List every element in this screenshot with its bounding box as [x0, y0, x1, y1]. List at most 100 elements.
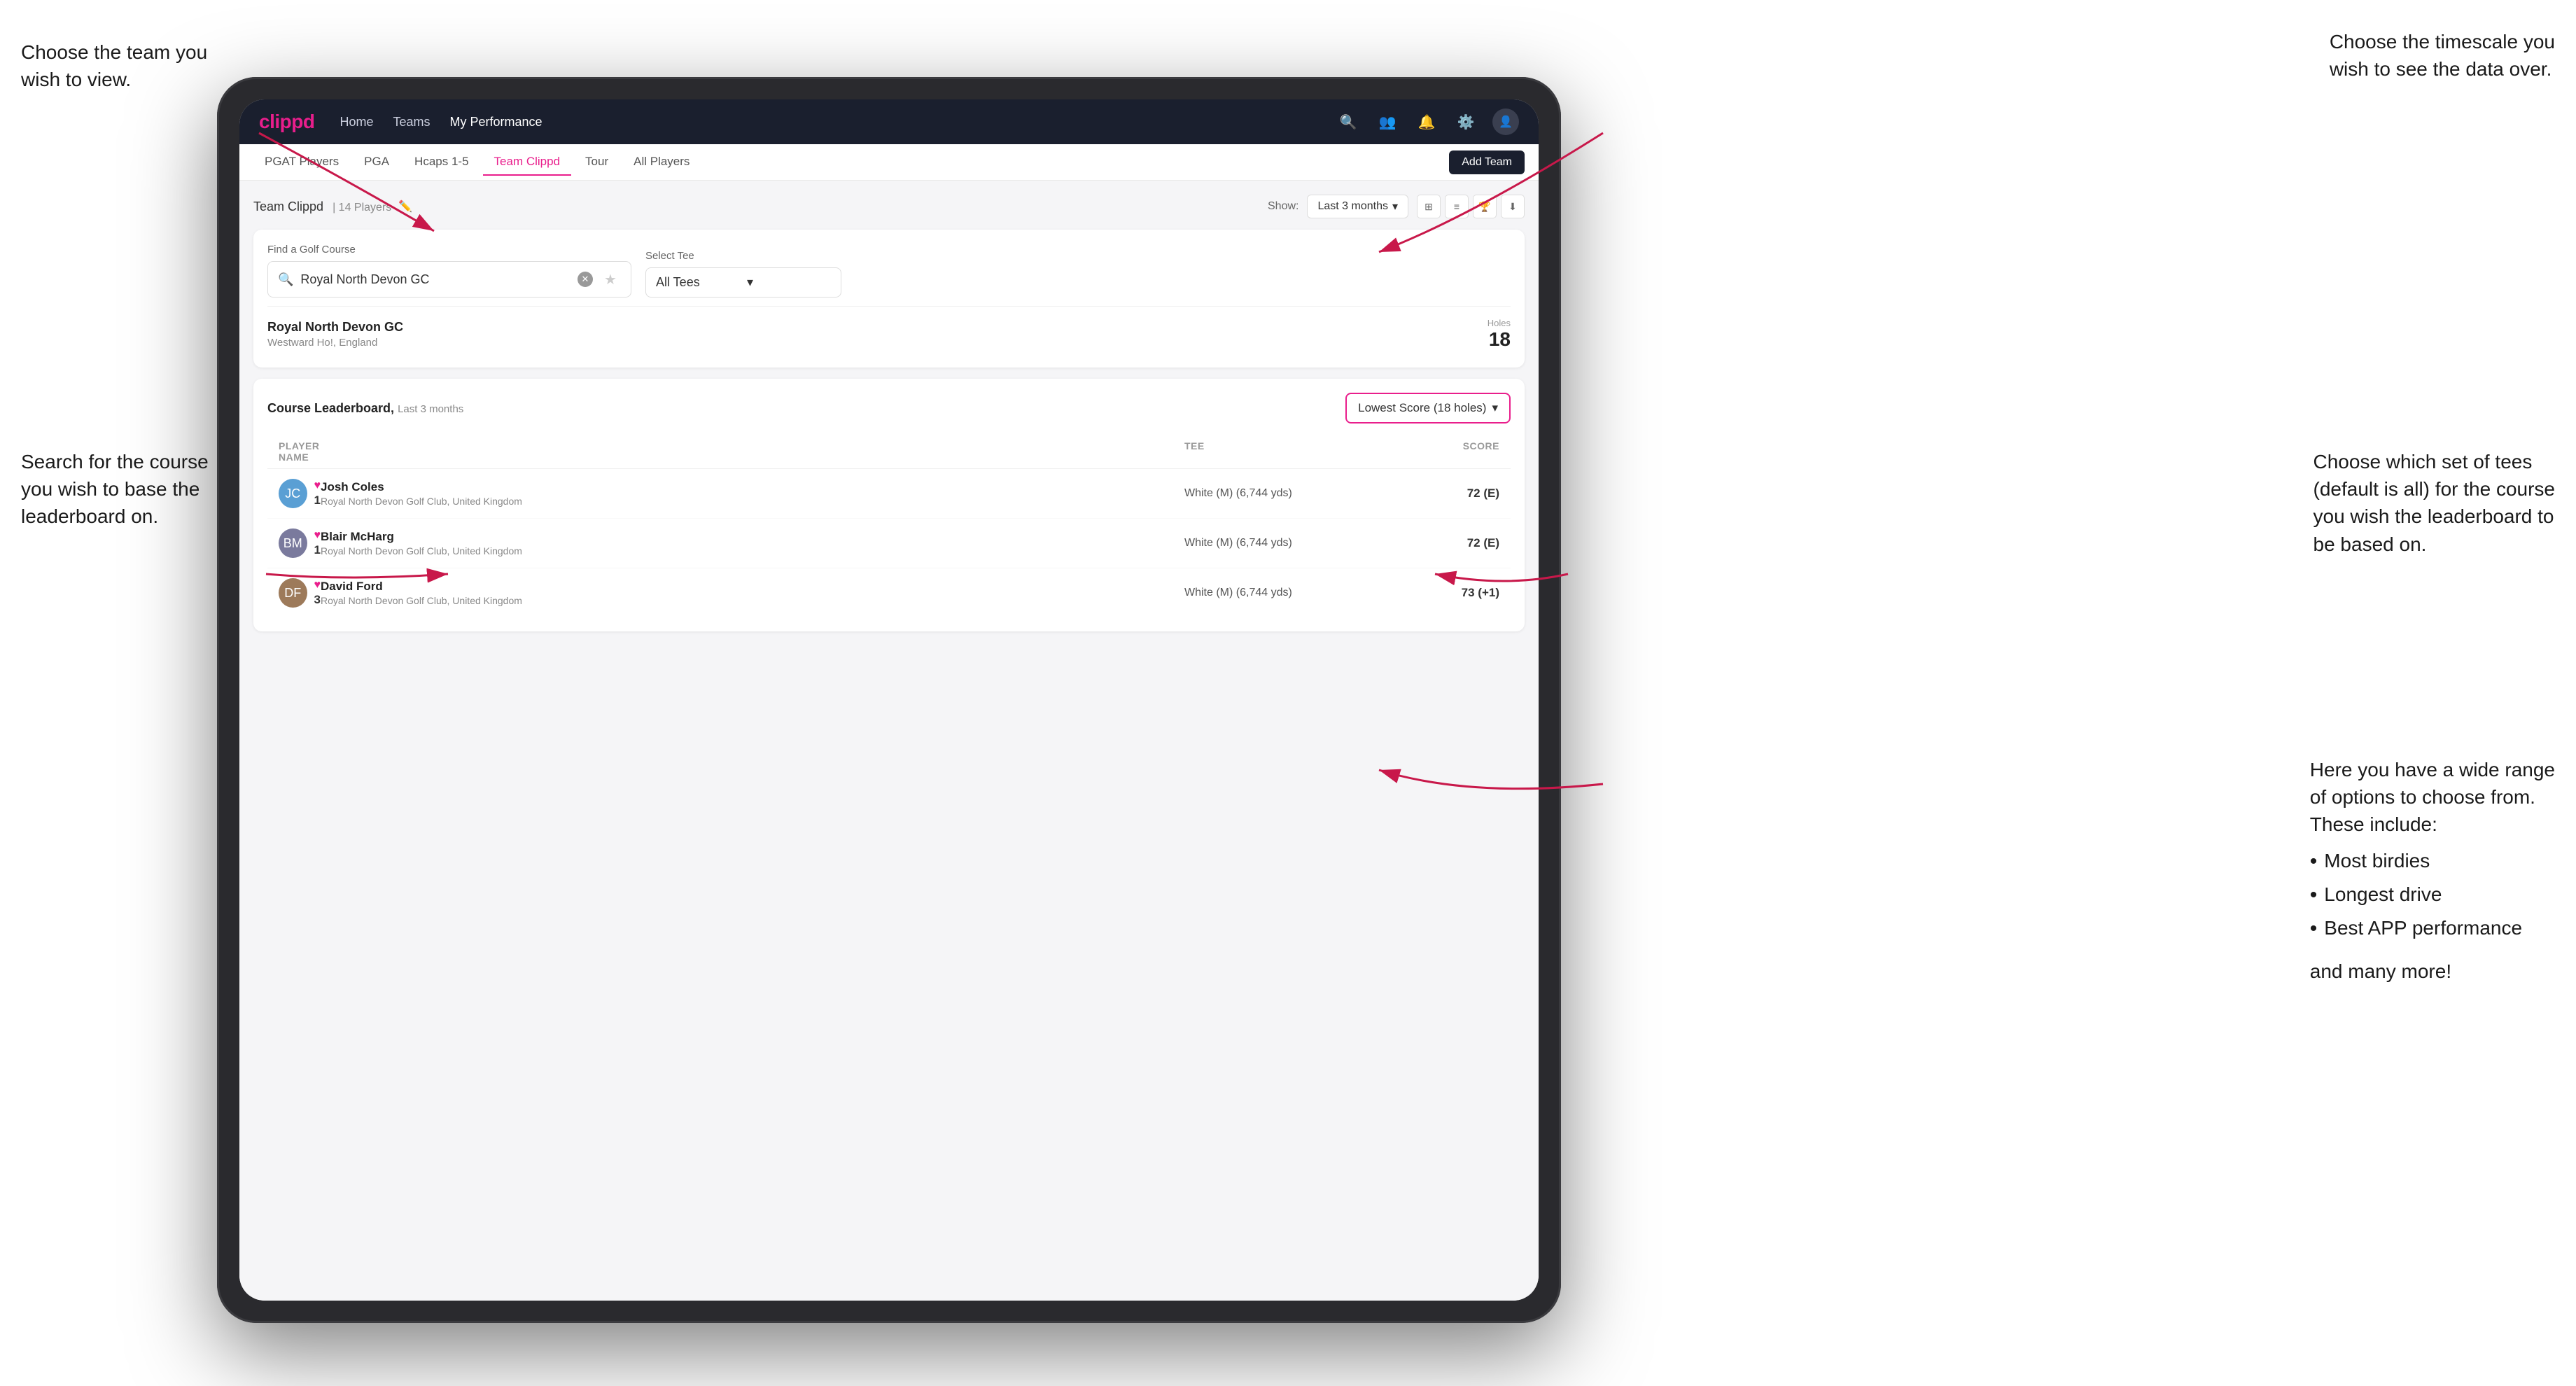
holes-badge: Holes 18	[1488, 318, 1511, 351]
tee-cell: White (M) (6,744 yds)	[1184, 487, 1394, 500]
score-type-dropdown[interactable]: Lowest Score (18 holes) ▾	[1345, 393, 1511, 424]
tab-pga[interactable]: PGA	[353, 149, 400, 176]
rank-cell: BM ♥ 1	[279, 528, 321, 558]
heart-icon: ♥	[314, 529, 321, 542]
tee-cell: White (M) (6,744 yds)	[1184, 587, 1394, 599]
bullet-list: Most birdies Longest drive Best APP perf…	[2310, 847, 2555, 944]
course-search-card: Find a Golf Course 🔍 ✕ ★ Select Tee	[253, 230, 1525, 368]
bullet-item-2: Longest drive	[2310, 881, 2555, 910]
rank-heart: ♥ 1	[314, 529, 321, 557]
grid-view-button[interactable]: ⊞	[1417, 195, 1441, 218]
find-course-label: Find a Golf Course	[267, 244, 631, 255]
select-tee-label: Select Tee	[645, 250, 841, 262]
course-location: Westward Ho!, England	[267, 337, 1488, 349]
add-team-button[interactable]: Add Team	[1449, 150, 1525, 174]
team-header: Team Clippd | 14 Players ✏️ Show: Last 3…	[253, 195, 1525, 218]
score-cell: 72 (E)	[1394, 536, 1499, 550]
download-button[interactable]: ⬇	[1501, 195, 1525, 218]
list-view-button[interactable]: ≡	[1445, 195, 1469, 218]
tee-chevron-icon: ▾	[747, 275, 831, 290]
col-tee: TEE	[1184, 440, 1394, 463]
holes-value: 18	[1488, 328, 1511, 351]
tee-cell: White (M) (6,744 yds)	[1184, 537, 1394, 550]
tab-all-players[interactable]: All Players	[622, 149, 701, 176]
leaderboard-card: Course Leaderboard, Last 3 months Lowest…	[253, 379, 1525, 631]
rank-cell: DF ♥ 3	[279, 578, 321, 608]
course-result: Royal North Devon GC Westward Ho!, Engla…	[267, 306, 1511, 354]
nav-teams[interactable]: Teams	[393, 112, 430, 132]
top-nav: clippd Home Teams My Performance 🔍 👥 🔔 ⚙…	[239, 99, 1539, 144]
search-icon[interactable]: 🔍	[1336, 109, 1361, 134]
chevron-down-icon: ▾	[1392, 200, 1398, 214]
edit-icon[interactable]: ✏️	[398, 200, 412, 214]
rank-heart: ♥ 1	[314, 479, 321, 507]
nav-home[interactable]: Home	[340, 112, 373, 132]
player-info: David Ford Royal North Devon Golf Club, …	[321, 580, 1184, 606]
player-info: Josh Coles Royal North Devon Golf Club, …	[321, 480, 1184, 507]
annotation-bottom-right: Here you have a wide range of options to…	[2310, 756, 2555, 985]
annotation-mid-right: Choose which set of tees (default is all…	[2314, 448, 2556, 558]
course-search-input-wrapper[interactable]: 🔍 ✕ ★	[267, 261, 631, 298]
timescale-dropdown[interactable]: Last 3 months ▾	[1307, 195, 1408, 218]
sub-nav: PGAT Players PGA Hcaps 1-5 Team Clippd T…	[239, 144, 1539, 181]
bell-icon[interactable]: 🔔	[1414, 109, 1439, 134]
nav-links: Home Teams My Performance	[340, 112, 1336, 132]
col-score: SCORE	[1394, 440, 1499, 463]
tab-hcaps[interactable]: Hcaps 1-5	[403, 149, 479, 176]
heart-icon: ♥	[314, 579, 321, 592]
course-info: Royal North Devon GC Westward Ho!, Engla…	[267, 320, 1488, 349]
holes-label: Holes	[1488, 318, 1511, 328]
course-search-row: Find a Golf Course 🔍 ✕ ★ Select Tee	[267, 244, 1511, 298]
user-avatar[interactable]: 👤	[1492, 108, 1519, 135]
player-info: Blair McHarg Royal North Devon Golf Club…	[321, 530, 1184, 556]
app-logo: clippd	[259, 111, 314, 133]
tab-pgat-players[interactable]: PGAT Players	[253, 149, 350, 176]
leaderboard-header: Course Leaderboard, Last 3 months Lowest…	[267, 393, 1511, 424]
ipad-device: clippd Home Teams My Performance 🔍 👥 🔔 ⚙…	[217, 77, 1561, 1323]
tee-select[interactable]: All Tees ▾	[645, 267, 841, 298]
annotation-top-left: Choose the team you wish to view.	[21, 38, 207, 93]
favorite-button[interactable]: ★	[600, 269, 621, 290]
table-header: PLAYER NAME TEE SCORE	[267, 435, 1511, 469]
col-player-name: PLAYER NAME	[279, 440, 321, 463]
tab-tour[interactable]: Tour	[574, 149, 620, 176]
people-icon[interactable]: 👥	[1375, 109, 1400, 134]
nav-my-performance[interactable]: My Performance	[449, 112, 542, 132]
course-name: Royal North Devon GC	[267, 320, 1488, 335]
tab-team-clippd[interactable]: Team Clippd	[483, 149, 572, 176]
table-row[interactable]: DF ♥ 3 David Ford Royal North Devon Golf…	[267, 568, 1511, 617]
and-more: and many more!	[2310, 958, 2555, 985]
view-icons: ⊞ ≡ 🏆 ⬇	[1417, 195, 1525, 218]
app-container: clippd Home Teams My Performance 🔍 👥 🔔 ⚙…	[239, 99, 1539, 1301]
nav-icons: 🔍 👥 🔔 ⚙️ 👤	[1336, 108, 1519, 135]
team-title: Team Clippd | 14 Players	[253, 200, 391, 214]
select-tee-group: Select Tee All Tees ▾	[645, 250, 841, 298]
bullet-item-1: Most birdies	[2310, 847, 2555, 876]
settings-icon[interactable]: ⚙️	[1453, 109, 1478, 134]
score-type-chevron-icon: ▾	[1492, 401, 1498, 415]
ipad-screen: clippd Home Teams My Performance 🔍 👥 🔔 ⚙…	[239, 99, 1539, 1301]
show-controls: Show: Last 3 months ▾ ⊞ ≡ 🏆 ⬇	[1268, 195, 1525, 218]
main-content: Team Clippd | 14 Players ✏️ Show: Last 3…	[239, 181, 1539, 1301]
rank-heart: ♥ 3	[314, 579, 321, 607]
player-avatar: DF	[279, 578, 307, 608]
heart-icon: ♥	[314, 479, 321, 492]
trophy-view-button[interactable]: 🏆	[1473, 195, 1497, 218]
annotation-top-right: Choose the timescale you wish to see the…	[2330, 28, 2555, 83]
show-label: Show:	[1268, 200, 1298, 213]
search-icon: 🔍	[278, 272, 293, 287]
rank-cell: JC ♥ 1	[279, 479, 321, 508]
score-cell: 72 (E)	[1394, 486, 1499, 500]
bullet-item-3: Best APP performance	[2310, 914, 2555, 944]
player-avatar: BM	[279, 528, 307, 558]
table-row[interactable]: BM ♥ 1 Blair McHarg Royal North Devon Go…	[267, 519, 1511, 568]
leaderboard-title: Course Leaderboard, Last 3 months	[267, 401, 1345, 416]
player-avatar: JC	[279, 479, 307, 508]
clear-search-button[interactable]: ✕	[578, 272, 593, 287]
annotation-mid-left: Search for the course you wish to base t…	[21, 448, 209, 531]
leaderboard-table: PLAYER NAME TEE SCORE JC ♥ 1	[267, 435, 1511, 617]
table-row[interactable]: JC ♥ 1 Josh Coles Royal North Devon Golf…	[267, 469, 1511, 519]
find-course-group: Find a Golf Course 🔍 ✕ ★	[267, 244, 631, 298]
score-cell: 73 (+1)	[1394, 586, 1499, 600]
course-search-input[interactable]	[300, 272, 570, 287]
